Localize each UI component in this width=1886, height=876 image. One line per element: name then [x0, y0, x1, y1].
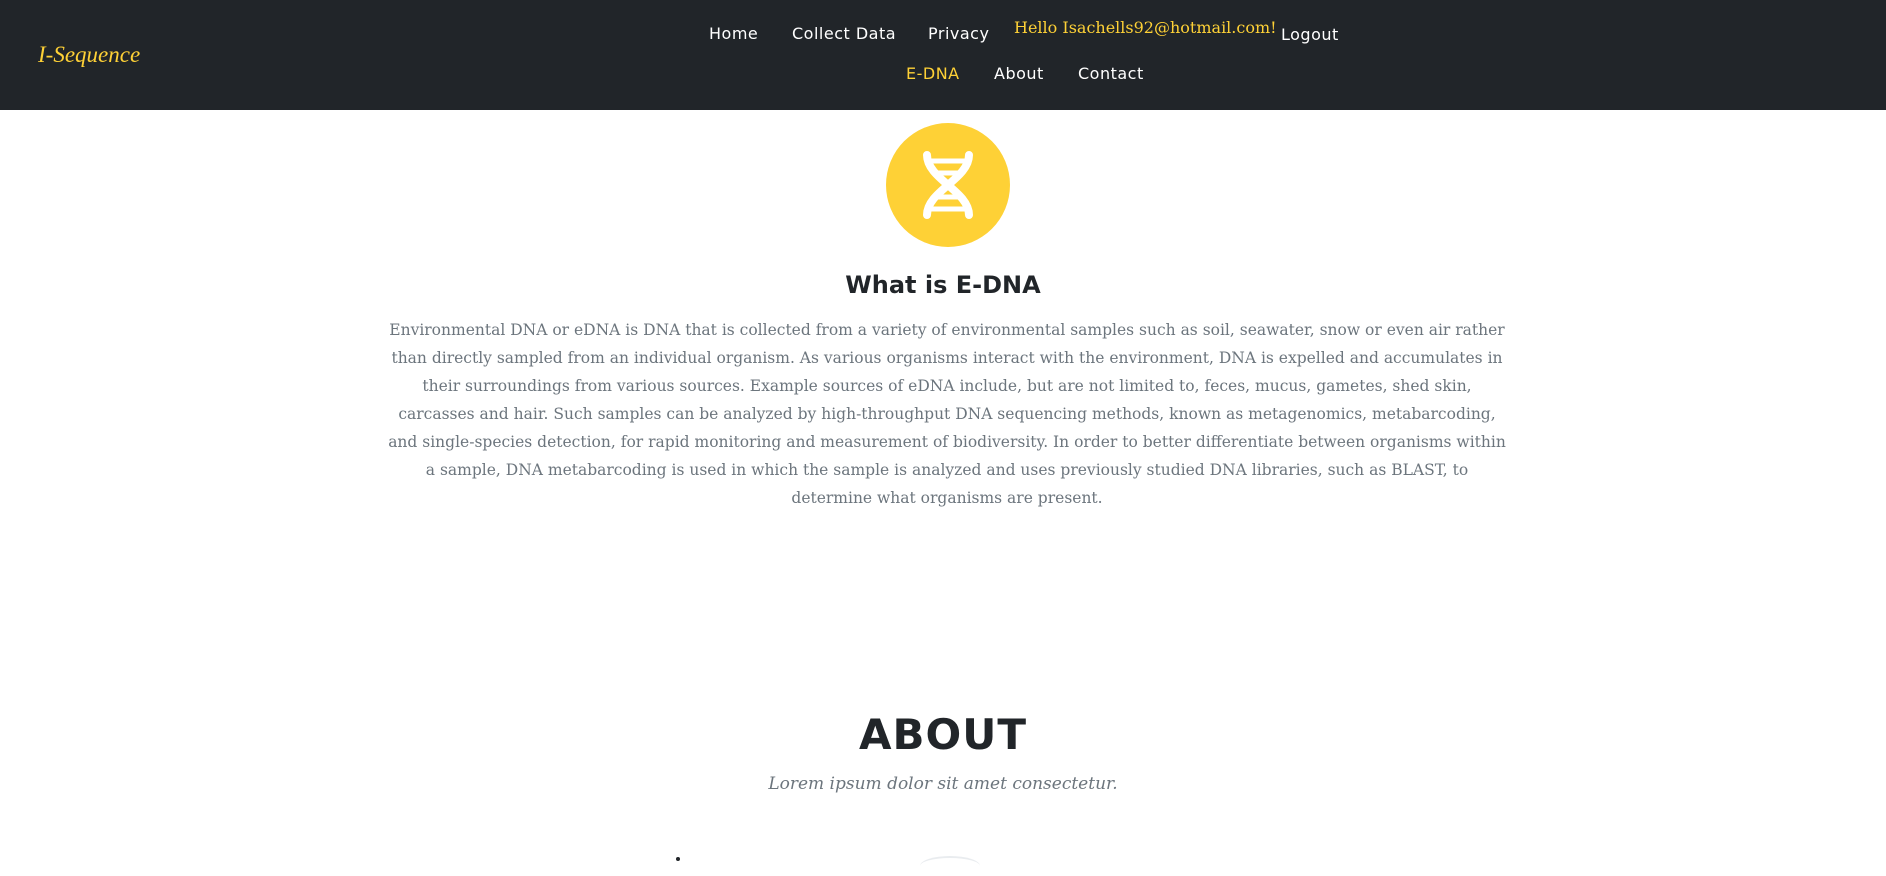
nav-link-edna[interactable]: E-DNA [906, 64, 960, 84]
nav-link-privacy[interactable]: Privacy [928, 24, 989, 44]
about-title: ABOUT [859, 710, 1027, 759]
nav-link-about[interactable]: About [994, 64, 1044, 84]
brand-logo[interactable]: I-Sequence [38, 42, 140, 68]
edna-title: What is E-DNA [845, 271, 1041, 299]
user-greeting: Hello Isachells92@hotmail.com! [1014, 18, 1277, 37]
nav-link-collect-data[interactable]: Collect Data [792, 24, 896, 44]
edna-description: Environmental DNA or eDNA is DNA that is… [388, 321, 1506, 507]
nav-link-logout[interactable]: Logout [1281, 25, 1339, 45]
nav-link-home[interactable]: Home [709, 24, 758, 44]
timeline-image-edge [920, 856, 980, 876]
about-subtitle: Lorem ipsum dolor sit amet consectetur. [768, 774, 1118, 794]
timeline-marker [676, 857, 680, 861]
main-navbar: I-Sequence Home Collect Data Privacy Hel… [0, 0, 1886, 110]
nav-link-contact[interactable]: Contact [1078, 64, 1144, 84]
dna-icon [886, 123, 1010, 247]
